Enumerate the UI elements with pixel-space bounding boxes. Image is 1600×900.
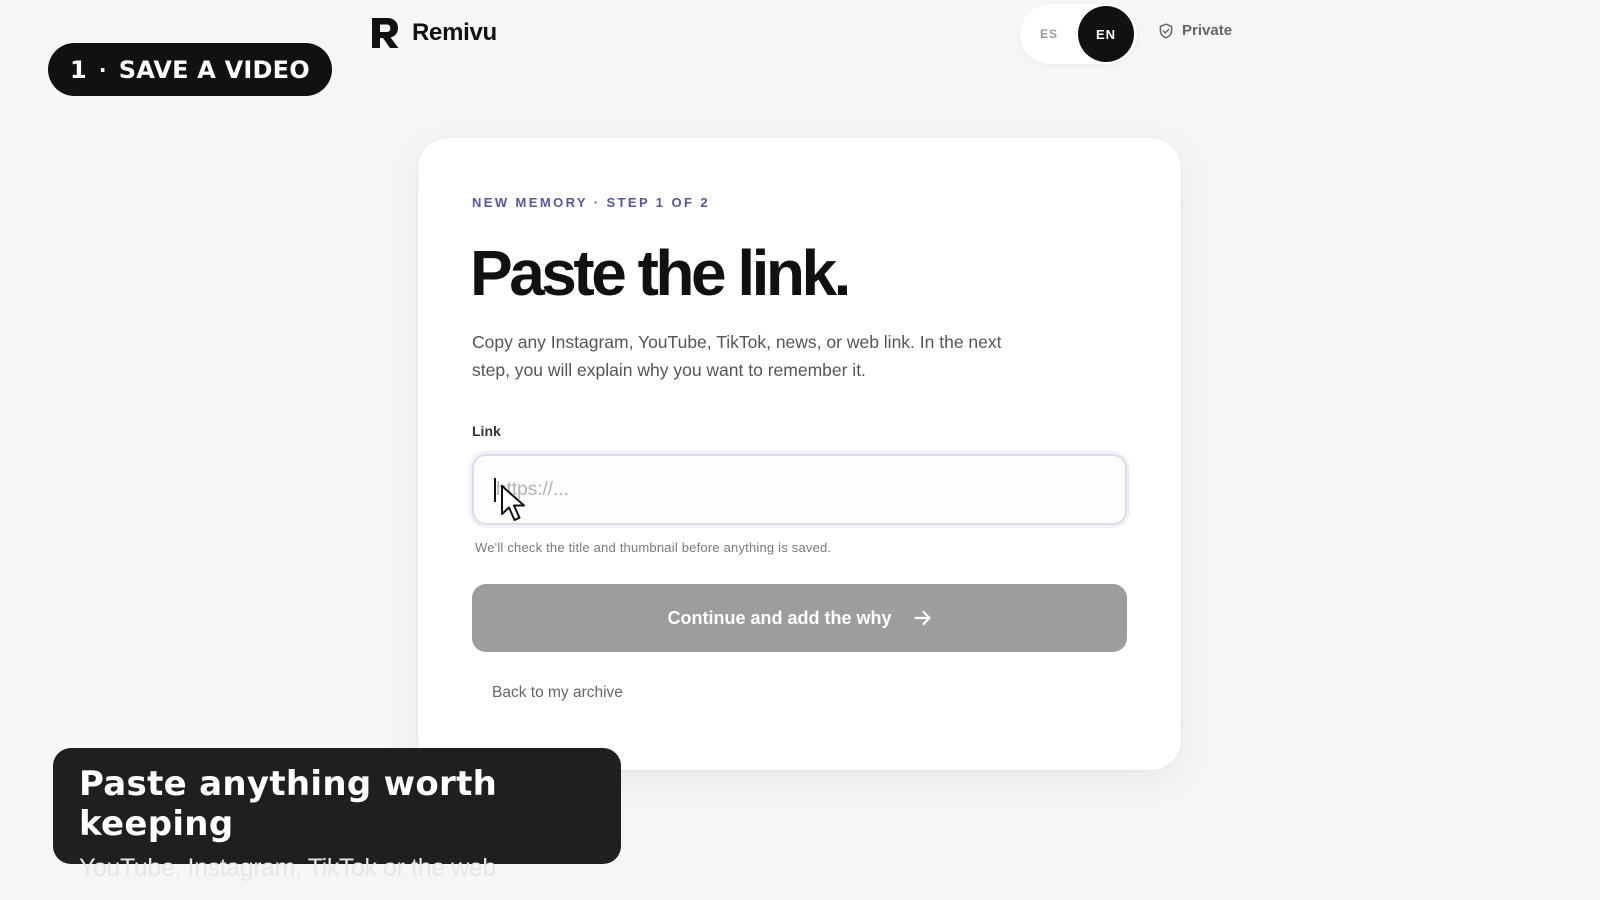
caption-title: Paste anything worth keeping	[79, 764, 498, 844]
mouse-pointer-icon	[501, 485, 525, 521]
instructions-text: Copy any Instagram, YouTube, TikTok, new…	[472, 332, 1002, 380]
caption-overlay: Paste anything worth keeping YouTube, In…	[53, 748, 621, 882]
text-caret	[494, 478, 496, 502]
brand-name: Remivu	[412, 19, 497, 46]
step-badge: 1 · SAVE A VIDEO	[48, 43, 332, 96]
arrow-right-icon	[913, 610, 931, 626]
new-memory-card: NEW MEMORY · STEP 1 OF 2 Paste the link.…	[418, 138, 1181, 770]
link-helper-text: We'll check the title and thumbnail befo…	[475, 540, 832, 555]
step-number: 1	[70, 55, 87, 84]
language-option-es[interactable]: ES	[1040, 27, 1058, 41]
continue-button[interactable]: Continue and add the why	[472, 584, 1127, 652]
privacy-label: Private	[1182, 22, 1233, 39]
link-input[interactable]	[472, 454, 1127, 525]
brand-logo[interactable]: Remivu	[370, 16, 497, 50]
language-option-en[interactable]: EN	[1078, 6, 1134, 62]
link-field-label: Link	[472, 423, 501, 439]
continue-button-label: Continue and add the why	[667, 607, 892, 628]
privacy-indicator: Private	[1158, 22, 1232, 39]
language-toggle[interactable]: ES EN	[1020, 4, 1137, 64]
step-eyebrow: NEW MEMORY · STEP 1 OF 2	[472, 195, 710, 210]
r-logo-icon	[372, 18, 399, 48]
step-label: SAVE A VIDEO	[118, 55, 310, 84]
back-to-archive-link[interactable]: Back to my archive	[492, 684, 623, 702]
caption-subtitle: YouTube, Instagram, TikTok or the web	[79, 854, 496, 882]
shield-check-icon	[1159, 22, 1173, 39]
page-title: Paste the link.	[470, 237, 851, 309]
step-separator: ·	[98, 57, 107, 82]
